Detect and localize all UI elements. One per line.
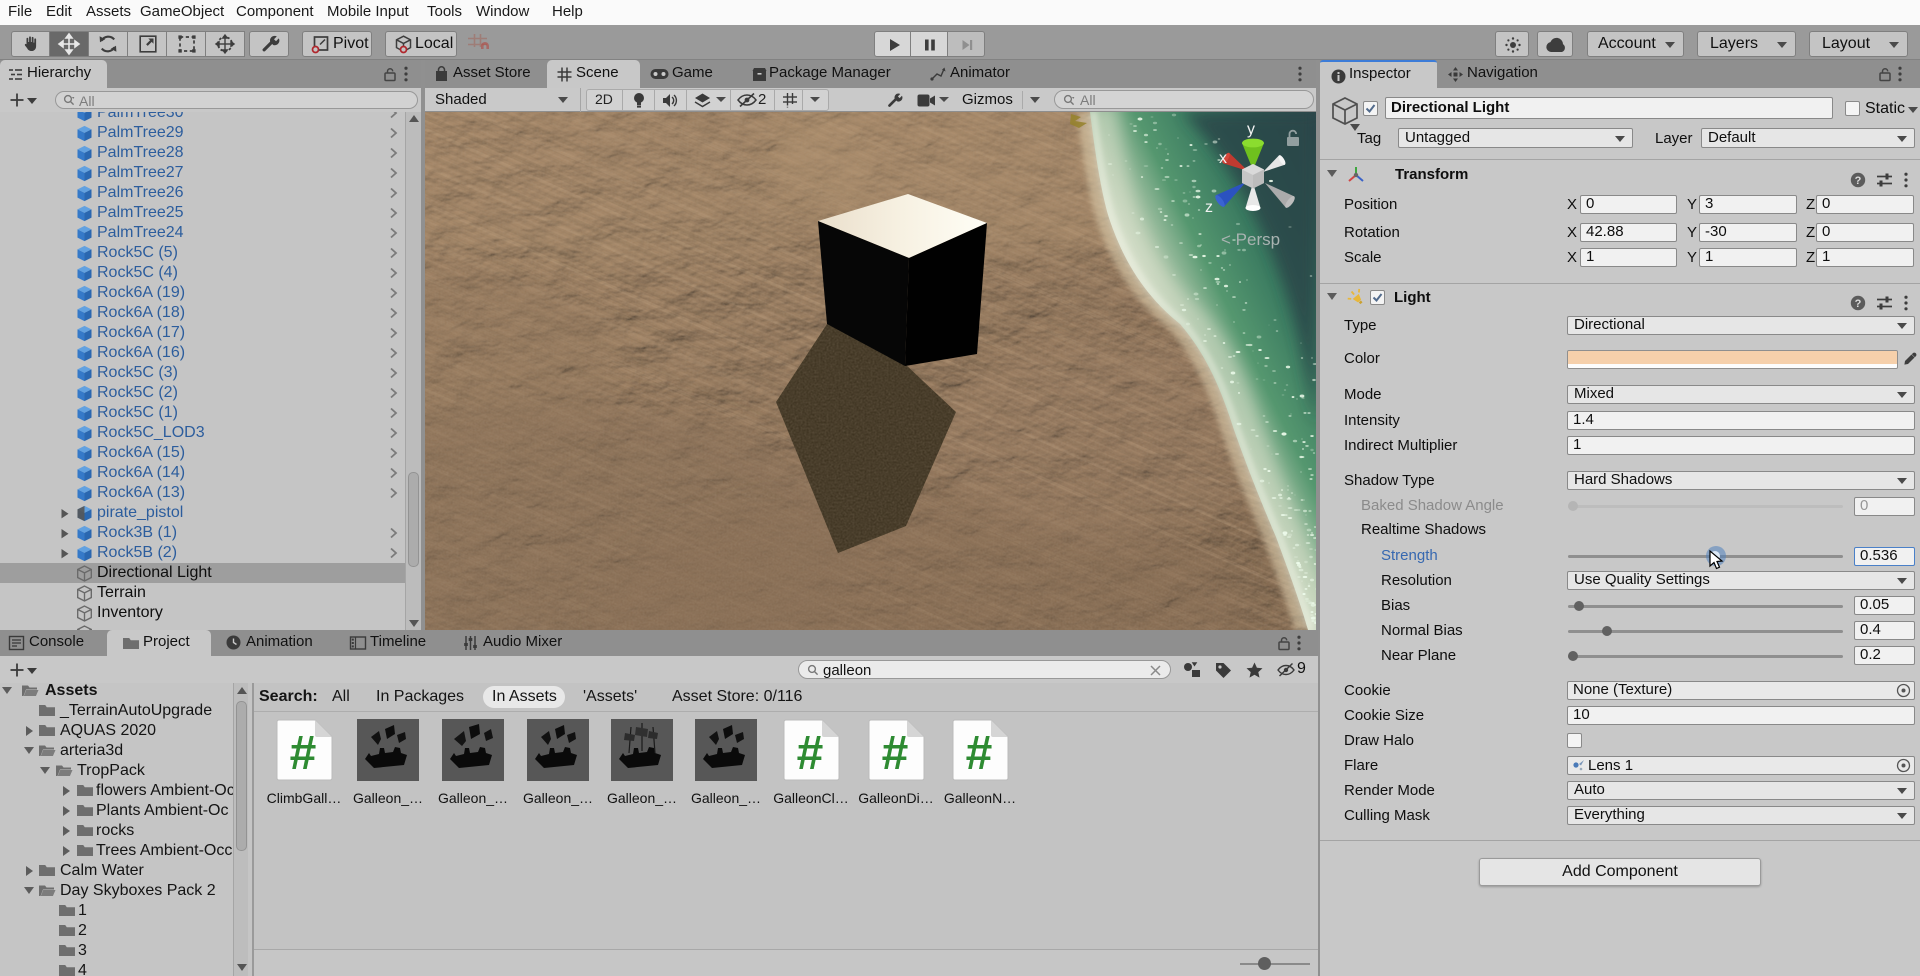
svg-text:z: z bbox=[1205, 199, 1213, 216]
svg-text:?: ? bbox=[1855, 298, 1862, 310]
svg-text:#: # bbox=[290, 727, 317, 780]
svg-text:#: # bbox=[966, 727, 993, 780]
svg-text:˂ Persp: ˂ Persp bbox=[1221, 230, 1280, 249]
svg-text:x: x bbox=[1219, 150, 1227, 167]
svg-text:y: y bbox=[1247, 121, 1255, 138]
svg-text:#: # bbox=[797, 727, 824, 780]
svg-text:?: ? bbox=[1855, 175, 1862, 187]
svg-text:#: # bbox=[882, 727, 909, 780]
